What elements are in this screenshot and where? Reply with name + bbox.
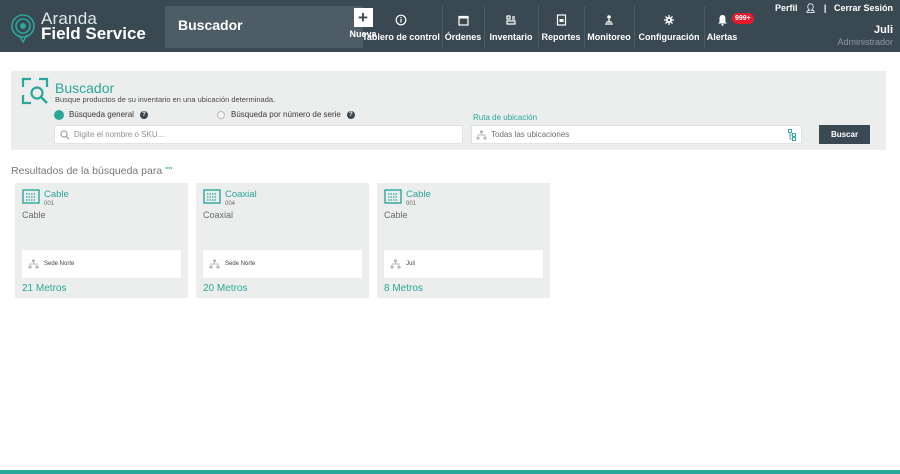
footer-accent-bar [0, 470, 900, 474]
results-heading: Resultados de la búsqueda para "" [11, 165, 173, 177]
sku-search-input[interactable]: Digite el nombre o SKU... [54, 125, 463, 144]
nav-reports-label: Reportes [541, 32, 581, 42]
location-tree-icon[interactable] [788, 128, 796, 141]
results-title-text: Resultados de la búsqueda para [11, 165, 163, 177]
hierarchy-icon [476, 130, 487, 139]
product-quantity: 21 Metros [22, 283, 67, 294]
product-location: Sede Norte [203, 250, 362, 278]
radio-serial-search[interactable]: Búsqueda por número de serie ? [217, 110, 355, 119]
hierarchy-icon [28, 259, 39, 269]
brand-name-line2: Field Service [41, 24, 146, 43]
product-location: Sede Norte [22, 250, 181, 278]
nav-monitoring[interactable]: Monitoreo [584, 6, 634, 48]
monitor-icon [603, 10, 615, 30]
result-card[interactable]: Coaxial 004 Coaxial Sede Norte 20 Metros [196, 183, 369, 298]
calendar-icon [457, 10, 469, 30]
product-name[interactable]: Coaxial [225, 189, 257, 200]
radio-general-search[interactable]: Búsqueda general ? [55, 110, 148, 119]
report-icon [556, 10, 567, 30]
cable-spool-icon [203, 189, 221, 204]
radio-unselected-icon [217, 110, 225, 119]
product-type: Cable [384, 210, 408, 220]
product-type: Cable [22, 210, 46, 220]
brand-logo[interactable]: Aranda Field Service [0, 0, 165, 52]
results-query: "" [165, 165, 173, 177]
radio-serial-label: Búsqueda por número de serie [231, 110, 341, 119]
search-scan-icon [21, 77, 49, 105]
page-title: Buscador [178, 17, 243, 33]
hierarchy-icon [390, 259, 401, 269]
product-quantity: 8 Metros [384, 283, 423, 294]
info-circle-icon [395, 10, 407, 30]
radio-general-label: Búsqueda general [69, 110, 134, 119]
nav-alerts-label: Alertas [706, 32, 738, 42]
cable-spool-icon [22, 189, 40, 204]
hierarchy-icon [209, 259, 220, 269]
search-panel: Buscador Busque productos de su inventar… [11, 71, 886, 150]
user-name: Juli [874, 24, 893, 36]
nav-inventory[interactable]: Inventario [484, 6, 538, 48]
gear-icon [663, 10, 675, 30]
nav-orders[interactable]: Órdenes [442, 6, 484, 48]
product-code: 001 [44, 201, 55, 207]
search-icon [60, 129, 70, 139]
link-separator: | [823, 3, 827, 13]
nav-orders-label: Órdenes [444, 32, 482, 42]
location-name: Sede Norte [44, 261, 75, 267]
help-icon[interactable]: ? [346, 110, 355, 119]
result-card[interactable]: Cable 001 Cable Sede Norte 21 Metros [15, 183, 188, 298]
sku-placeholder: Digite el nombre o SKU... [74, 130, 165, 139]
location-route-input[interactable]: Todas las ubicaciones [471, 125, 802, 144]
product-location: Juli [384, 250, 543, 278]
user-role: Administrador [837, 37, 893, 47]
user-links: Perfil 👤︎ | Cerrar Sesión [775, 3, 893, 14]
nav-settings-label: Configuración [638, 32, 700, 42]
help-icon[interactable]: ? [139, 110, 148, 119]
location-name: Sede Norte [225, 261, 256, 267]
product-code: 001 [406, 201, 417, 207]
product-name[interactable]: Cable [406, 189, 431, 200]
route-label: Ruta de ubicación [473, 113, 538, 122]
search-subtitle: Busque productos de su inventario en una… [55, 95, 276, 104]
user-icon: 👤︎ [804, 3, 817, 13]
profile-link[interactable]: Perfil [775, 3, 798, 13]
product-quantity: 20 Metros [203, 283, 248, 294]
nav-monitoring-label: Monitoreo [587, 32, 631, 42]
product-type: Coaxial [203, 210, 234, 220]
radio-selected-icon [55, 110, 63, 119]
result-card[interactable]: Cable 001 Cable Juli 8 Metros [377, 183, 550, 298]
bell-icon [717, 10, 728, 30]
route-placeholder: Todas las ubicaciones [491, 130, 570, 139]
nav-dashboard[interactable]: Tablero de control [362, 6, 440, 48]
logout-link[interactable]: Cerrar Sesión [834, 3, 893, 13]
nav-alerts[interactable]: Alertas [704, 6, 740, 48]
cable-spool-icon [384, 189, 402, 204]
nav-dashboard-label: Tablero de control [362, 32, 440, 42]
location-pin-logo-icon [11, 14, 35, 43]
inventory-icon [505, 10, 517, 30]
nav-inventory-label: Inventario [489, 32, 533, 42]
nav-reports[interactable]: Reportes [538, 6, 584, 48]
location-name: Juli [406, 261, 416, 267]
product-code: 004 [225, 201, 236, 207]
product-name[interactable]: Cable [44, 189, 69, 200]
alerts-count-badge: 999+ [732, 13, 754, 24]
nav-settings[interactable]: Configuración [634, 6, 704, 48]
search-button[interactable]: Buscar [819, 125, 870, 144]
search-title: Buscador [55, 80, 115, 96]
